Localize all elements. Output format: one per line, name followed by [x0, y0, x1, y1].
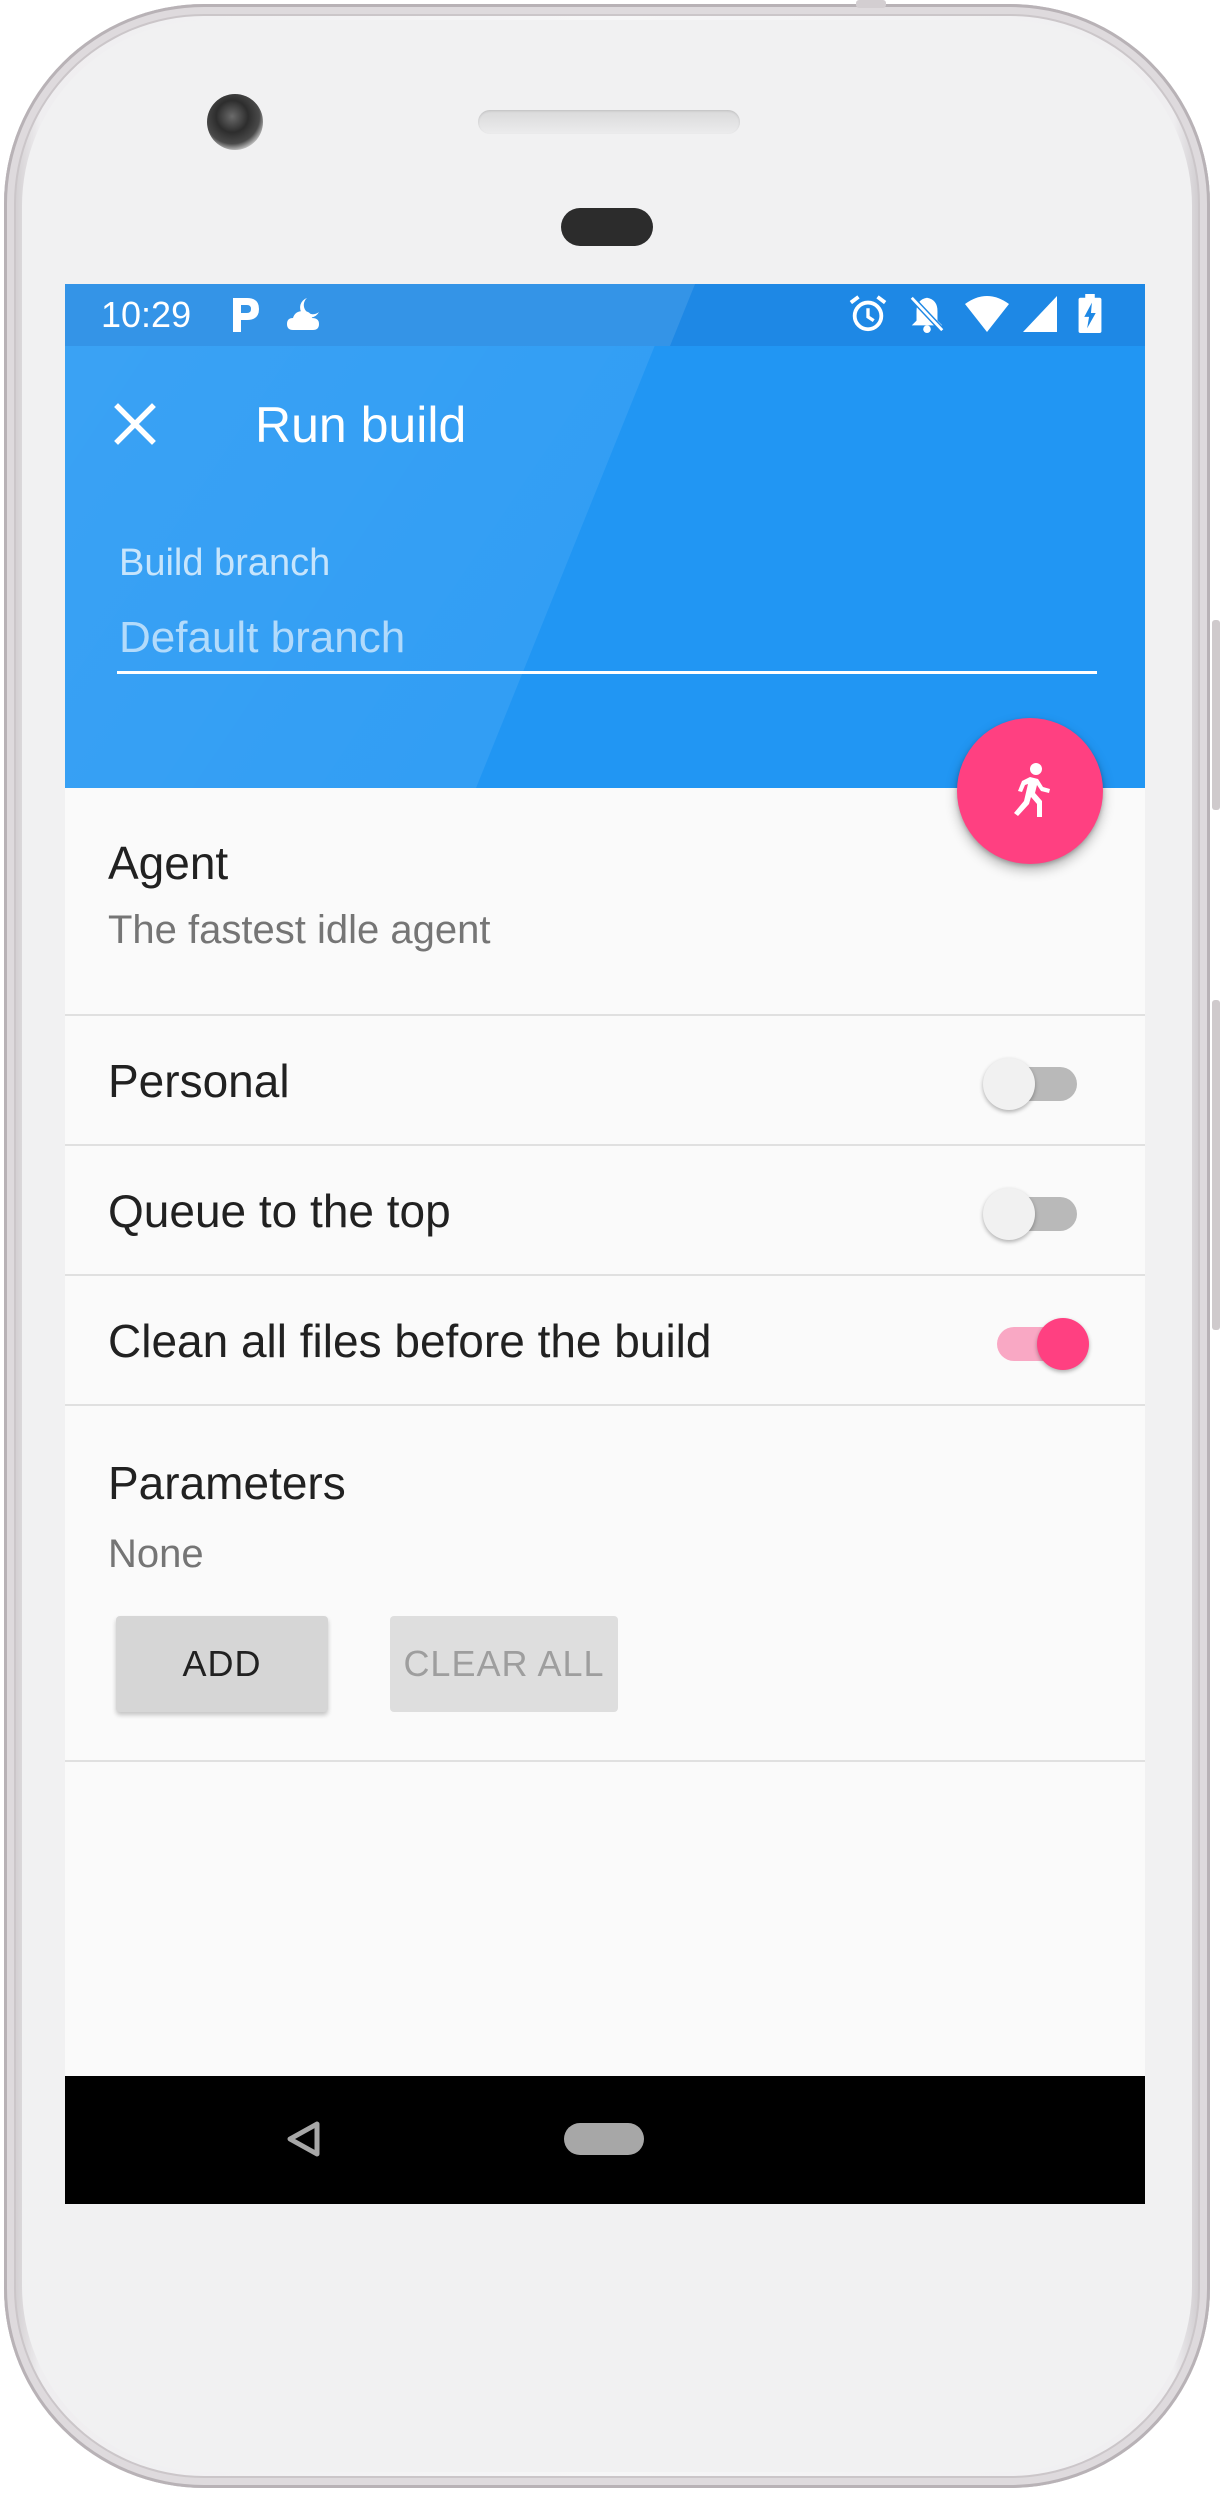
screen: 10:29 Run build Build branch Default bra…: [65, 284, 1145, 2204]
run-build-fab[interactable]: [957, 718, 1103, 864]
front-camera: [207, 94, 263, 150]
navigation-bar: [65, 2076, 1145, 2204]
close-icon: [114, 403, 156, 445]
switch-thumb: [983, 1058, 1035, 1110]
status-bar: 10:29: [65, 284, 1145, 346]
weather-cloudy-moon-icon: [287, 298, 319, 330]
queue-top-switch[interactable]: [983, 1188, 1077, 1240]
option-row-clean-files[interactable]: Clean all files before the build: [65, 1276, 1145, 1406]
parameters-section: Parameters None ADD CLEAR ALL: [65, 1406, 1145, 1762]
personal-switch[interactable]: [983, 1058, 1077, 1110]
parameters-value: None: [108, 1532, 204, 1576]
app-bar: Run build Build branch: [65, 346, 1145, 788]
parking-p-icon: [233, 298, 259, 332]
run-person-icon: [1014, 763, 1050, 817]
back-triangle-icon[interactable]: [285, 2120, 321, 2158]
side-volume-button: [1212, 1000, 1220, 1330]
alarm-icon: [849, 295, 887, 332]
wifi-icon: [965, 296, 1009, 332]
close-button[interactable]: [105, 394, 165, 454]
agent-title: Agent: [108, 837, 229, 889]
switch-thumb: [1037, 1318, 1089, 1370]
settings-list: Agent The fastest idle agent Personal Qu…: [65, 788, 1145, 1762]
earpiece-speaker: [478, 110, 740, 134]
battery-charging-icon: [1078, 294, 1102, 334]
add-parameter-button[interactable]: ADD: [116, 1616, 328, 1712]
option-row-personal[interactable]: Personal: [65, 1016, 1145, 1146]
option-label: Clean all files before the build: [108, 1315, 712, 1367]
proximity-sensor: [561, 208, 653, 246]
status-time: 10:29: [101, 294, 192, 335]
option-label: Personal: [108, 1055, 290, 1107]
signal-icon: [1023, 296, 1057, 332]
parameters-title: Parameters: [108, 1457, 346, 1509]
switch-thumb: [983, 1188, 1035, 1240]
page-title: Run build: [255, 397, 467, 453]
top-hardware-button: [856, 0, 886, 8]
build-branch-label: Build branch: [119, 542, 331, 584]
option-row-queue-top[interactable]: Queue to the top: [65, 1146, 1145, 1276]
side-power-button: [1212, 620, 1220, 810]
option-label: Queue to the top: [108, 1185, 451, 1237]
agent-value: The fastest idle agent: [108, 908, 491, 952]
clean-files-switch[interactable]: [993, 1318, 1089, 1370]
home-pill-icon[interactable]: [564, 2123, 644, 2155]
notifications-off-icon: [909, 295, 945, 334]
build-branch-input[interactable]: [117, 604, 1097, 674]
clear-all-button[interactable]: CLEAR ALL: [390, 1616, 618, 1712]
